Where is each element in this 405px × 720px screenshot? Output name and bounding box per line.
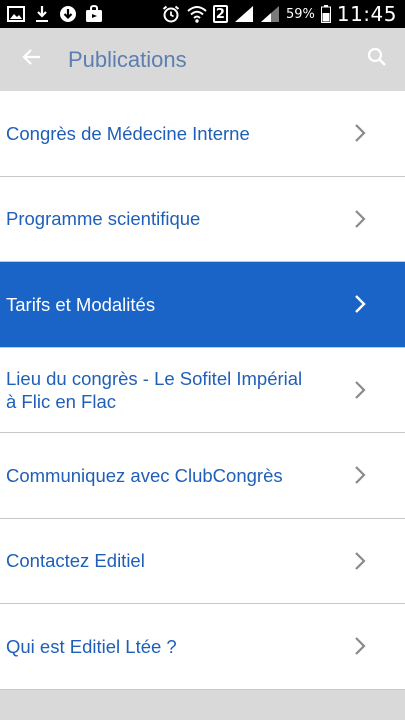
signal-icon xyxy=(234,5,254,23)
download-circle-icon xyxy=(58,5,78,23)
back-button[interactable] xyxy=(0,28,62,91)
download-icon xyxy=(32,5,52,23)
page-title: Publications xyxy=(68,46,187,72)
menu-item-label: Congrès de Médecine Interne xyxy=(6,122,250,144)
search-button[interactable] xyxy=(349,28,405,91)
menu-item-contactez[interactable]: Contactez Editiel xyxy=(0,518,405,604)
sim-badge: 2 xyxy=(212,5,228,23)
menu-item-lieu[interactable]: Lieu du congrès - Le Sofitel Impérial à … xyxy=(0,347,405,433)
menu-item-label: Programme scientifique xyxy=(6,208,201,230)
menu-item-label: Qui est Editiel Ltée ? xyxy=(6,635,177,657)
bag-icon xyxy=(84,5,104,23)
chevron-right-icon xyxy=(353,123,367,143)
chevron-right-icon xyxy=(353,209,367,229)
menu-item-communiquez[interactable]: Communiquez avec ClubCongrès xyxy=(0,433,405,519)
wifi-icon xyxy=(187,5,207,23)
menu-item-congres[interactable]: Congrès de Médecine Interne xyxy=(0,91,405,177)
clock-time: 11:45 xyxy=(336,2,397,26)
app-bar: Publications xyxy=(0,28,405,91)
chevron-right-icon xyxy=(353,294,367,314)
battery-icon xyxy=(320,5,331,23)
chevron-right-icon xyxy=(353,465,367,485)
chevron-right-icon xyxy=(353,551,367,571)
search-icon xyxy=(367,47,387,72)
arrow-left-icon xyxy=(21,48,41,71)
status-bar: 2 59% 11:45 xyxy=(0,0,405,28)
image-icon xyxy=(6,5,26,23)
menu-item-editiel[interactable]: Qui est Editiel Ltée ? xyxy=(0,604,405,690)
bottom-bar xyxy=(0,690,405,720)
battery-percent: 59% xyxy=(285,6,315,22)
menu-item-label: Contactez Editiel xyxy=(6,550,145,572)
alarm-icon xyxy=(161,5,181,23)
menu-item-tarifs[interactable]: Tarifs et Modalités xyxy=(0,262,405,348)
menu-item-programme[interactable]: Programme scientifique xyxy=(0,176,405,262)
signal-icon xyxy=(260,5,280,23)
menu-item-label: Lieu du congrès - Le Sofitel Impérial à … xyxy=(6,367,303,412)
status-left xyxy=(6,5,104,23)
menu-item-label: Communiquez avec ClubCongrès xyxy=(6,464,283,486)
status-right: 2 59% 11:45 xyxy=(161,2,397,26)
menu-item-label: Tarifs et Modalités xyxy=(6,293,156,315)
menu-list: Congrès de Médecine Interne Programme sc… xyxy=(0,91,405,690)
chevron-right-icon xyxy=(353,636,367,656)
chevron-right-icon xyxy=(353,380,367,400)
